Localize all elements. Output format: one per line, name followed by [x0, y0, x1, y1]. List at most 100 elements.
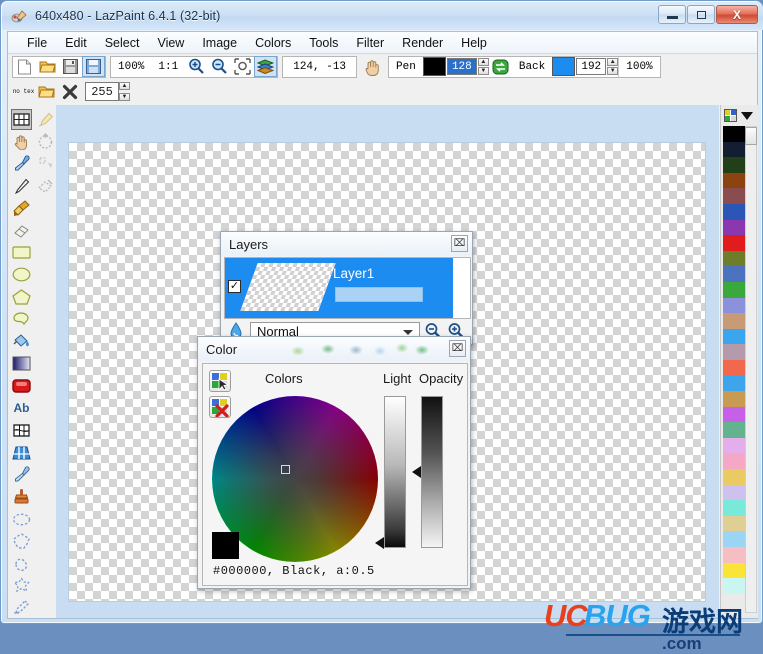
palette-color-27[interactable] — [723, 547, 745, 563]
palette-color-24[interactable] — [723, 500, 745, 516]
menu-item-colors[interactable]: Colors — [246, 34, 300, 52]
menu-item-render[interactable]: Render — [393, 34, 452, 52]
magic-wand-tool[interactable] — [11, 575, 32, 596]
deform-tool[interactable] — [11, 420, 32, 441]
rectangle-tool[interactable] — [11, 242, 32, 263]
paint-bucket-tool[interactable] — [11, 331, 32, 352]
palette-color-0[interactable] — [723, 126, 745, 142]
palette-color-3[interactable] — [723, 172, 745, 189]
back-color-swatch[interactable] — [552, 57, 576, 76]
brush-tool[interactable] — [11, 198, 32, 219]
zoom-fit-icon[interactable] — [231, 56, 254, 77]
opacity-slider[interactable] — [421, 396, 443, 548]
pen-color-swatch[interactable] — [422, 57, 446, 76]
global-opacity-label[interactable]: 100% — [619, 61, 659, 73]
chevron-down-icon[interactable] — [741, 111, 753, 120]
light-slider[interactable] — [384, 396, 406, 548]
current-color-swatch[interactable] — [212, 532, 239, 559]
palette-color-22[interactable] — [723, 469, 745, 485]
palette-color-5[interactable] — [723, 203, 745, 220]
close-icon[interactable]: ⌧ — [451, 235, 468, 252]
palette-scrollbar[interactable] — [745, 126, 757, 613]
perspective-tool[interactable] — [11, 442, 32, 463]
layers-icon[interactable] — [254, 56, 278, 77]
layer-list[interactable]: ✓ Layer1 — [224, 257, 471, 319]
minimize-button[interactable] — [658, 5, 686, 24]
magic-wand-alt-tool[interactable] — [35, 153, 56, 174]
color-wheel-cursor[interactable] — [281, 465, 290, 474]
palette-color-2[interactable] — [723, 157, 745, 173]
menu-item-view[interactable]: View — [148, 34, 193, 52]
select-pen-tool[interactable] — [11, 597, 32, 618]
select-poly-tool[interactable] — [11, 531, 32, 552]
open-icon[interactable] — [36, 56, 59, 77]
menu-item-select[interactable]: Select — [96, 34, 149, 52]
opacity-slider-marker[interactable] — [412, 466, 421, 478]
palette-color-17[interactable] — [723, 391, 745, 407]
layers-dialog[interactable]: Layers ⌧ ✓ Layer1 Normal — [220, 231, 473, 345]
eraser-tool[interactable] — [11, 220, 32, 241]
gradient-tool[interactable] — [11, 353, 32, 374]
text-tool[interactable]: Ab — [11, 398, 32, 419]
palette-color-4[interactable] — [723, 188, 745, 204]
palette-color-8[interactable] — [723, 250, 745, 267]
color-dialog[interactable]: Color ⌧ Colors Light Opacity #000000, Bl… — [197, 336, 471, 589]
palette-color-18[interactable] — [723, 406, 745, 423]
polygon-tool[interactable] — [11, 287, 32, 308]
palette-color-7[interactable] — [723, 235, 745, 251]
color-picker-tool[interactable] — [11, 153, 32, 174]
clear-color-icon[interactable] — [209, 396, 231, 418]
select-spline-tool[interactable] — [11, 553, 32, 574]
hand-icon[interactable] — [361, 56, 384, 77]
zoom-in-icon[interactable] — [185, 56, 208, 77]
clone-stamp-tool[interactable] — [11, 486, 32, 507]
pen-tool[interactable] — [11, 176, 32, 197]
palette-color-10[interactable] — [723, 281, 745, 298]
palette-color-6[interactable] — [723, 219, 745, 236]
light-slider-marker[interactable] — [375, 537, 384, 550]
palette-color-11[interactable] — [723, 297, 745, 314]
curve-tool[interactable] — [11, 309, 32, 330]
back-alpha-input[interactable]: 192 — [576, 58, 607, 75]
palette-color-list[interactable] — [723, 126, 745, 594]
texture-opacity-stepper[interactable]: ▲ ▼ — [119, 82, 130, 101]
palette-color-12[interactable] — [723, 313, 745, 329]
menu-item-help[interactable]: Help — [452, 34, 496, 52]
hand-tool[interactable] — [11, 131, 32, 152]
menu-item-file[interactable]: File — [18, 34, 56, 52]
zoom-one-to-one-button[interactable]: 1:1 — [151, 61, 185, 73]
select-ellipse-tool[interactable] — [11, 509, 32, 530]
palette-color-14[interactable] — [723, 344, 745, 360]
pick-color-icon[interactable] — [209, 370, 231, 392]
palette-color-15[interactable] — [723, 359, 745, 376]
back-alpha-stepper[interactable]: ▲ ▼ — [607, 58, 619, 75]
palette-color-19[interactable] — [723, 422, 745, 438]
menu-item-image[interactable]: Image — [193, 34, 246, 52]
remove-texture-icon[interactable] — [58, 81, 81, 102]
zoom-out-icon[interactable] — [208, 56, 231, 77]
palette-color-16[interactable] — [723, 375, 745, 392]
rotate-selection-tool[interactable] — [35, 131, 56, 152]
pen-alpha-stepper[interactable]: ▲ ▼ — [477, 58, 489, 75]
move-selection-tool[interactable] — [35, 109, 56, 130]
palette-color-1[interactable] — [723, 141, 745, 158]
palette-color-23[interactable] — [723, 484, 745, 501]
close-button[interactable]: X — [716, 5, 758, 24]
select-rect-tool[interactable] — [11, 109, 32, 130]
save-icon[interactable] — [59, 56, 82, 77]
no-texture-icon[interactable]: no tex — [12, 81, 35, 102]
close-icon[interactable]: ⌧ — [449, 340, 466, 357]
palette-color-29[interactable] — [723, 578, 745, 594]
new-icon[interactable] — [13, 56, 36, 77]
palette-color-21[interactable] — [723, 453, 745, 470]
palette-color-20[interactable] — [723, 437, 745, 454]
palette-scrollbar-thumb[interactable] — [745, 127, 757, 145]
layer-name-input[interactable] — [335, 287, 423, 302]
list-item[interactable]: ✓ Layer1 — [225, 258, 453, 318]
menu-item-filter[interactable]: Filter — [347, 34, 393, 52]
chevron-down-icon[interactable] — [403, 330, 413, 335]
texture-opacity-input[interactable]: 255 — [85, 82, 119, 101]
palette-grid-icon[interactable] — [724, 109, 737, 122]
clone-source-tool[interactable] — [11, 464, 32, 485]
palette-color-9[interactable] — [723, 266, 745, 282]
